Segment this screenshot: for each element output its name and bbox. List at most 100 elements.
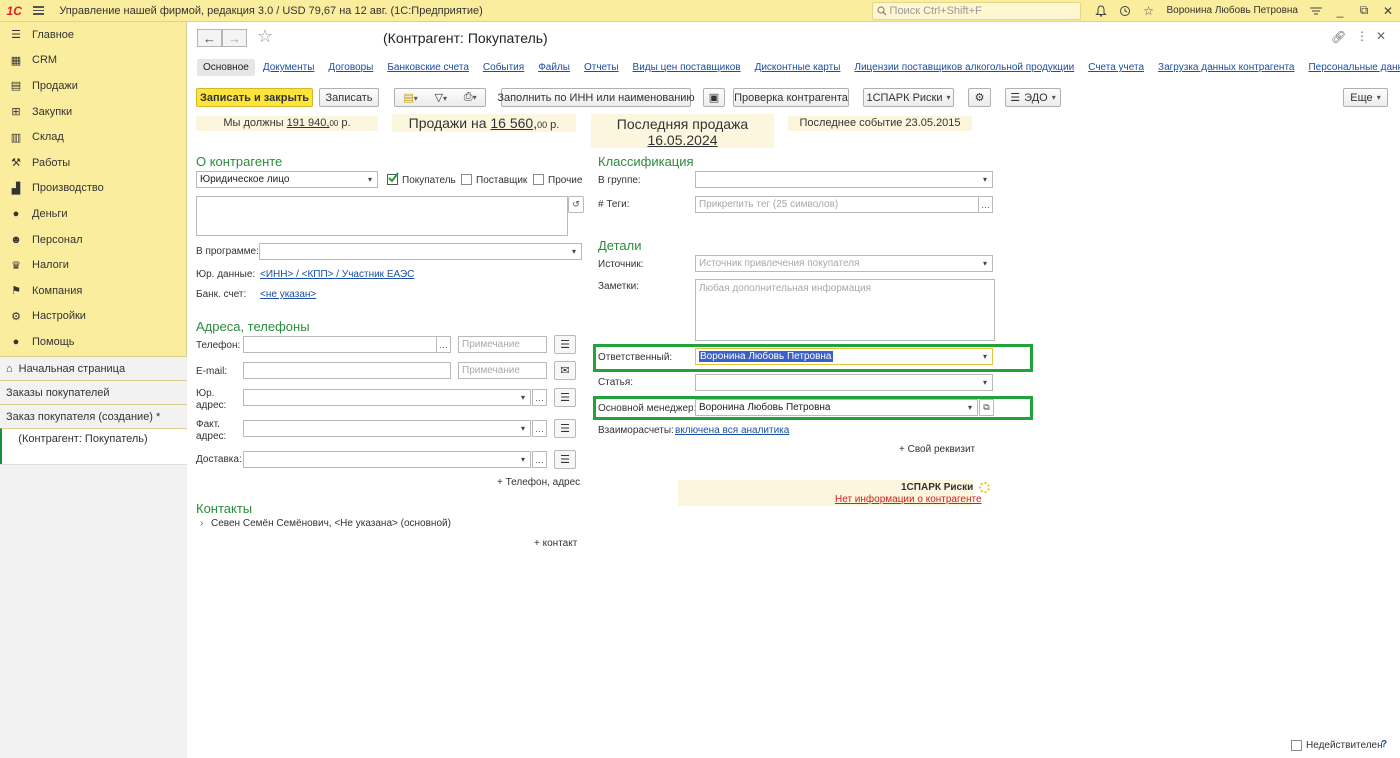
gear-icon[interactable]: ⚙	[968, 88, 991, 107]
legal-address-input[interactable]	[243, 389, 517, 406]
tab-4[interactable]: События	[483, 59, 524, 76]
responsible-input[interactable]: Воронина Любовь Петровна	[695, 348, 979, 365]
sidebar-item-8[interactable]: ☻ Персонал	[0, 227, 186, 253]
tab-3[interactable]: Банковские счета	[387, 59, 469, 76]
add-contact-button[interactable]: + контакт	[534, 538, 577, 549]
favorite-star-icon[interactable]: ☆	[257, 26, 273, 47]
spark-no-info-link[interactable]: Нет информации о контрагенте	[835, 494, 982, 505]
tab-10[interactable]: Счета учета	[1088, 59, 1144, 76]
forward-button[interactable]: →	[222, 29, 247, 47]
edo-button[interactable]: ☰ ЭДО	[1005, 88, 1061, 107]
settings-lines-icon[interactable]	[1304, 0, 1328, 22]
open-window-order-new[interactable]: Заказ покупателя (создание) *	[0, 404, 187, 428]
add-own-attribute-button[interactable]: + Свой реквизит	[899, 444, 975, 455]
tags-select-button[interactable]: …	[978, 196, 993, 213]
check-counterparty-button[interactable]: Проверка контрагента	[733, 88, 849, 107]
sidebar-item-9[interactable]: ♛ Налоги	[0, 252, 186, 278]
chevron-right-icon[interactable]: ›	[200, 518, 203, 529]
last-event-stat[interactable]: Последнее событие 23.05.2015	[788, 116, 972, 131]
save-and-close-button[interactable]: Записать и закрыть	[196, 88, 313, 107]
source-input[interactable]: Источник привлечения покупателя	[695, 255, 979, 272]
link-icon[interactable]: 🔗︎	[1331, 30, 1346, 44]
spark-risks-button[interactable]: 1СПАРК Риски	[863, 88, 954, 107]
open-window-home[interactable]: ⌂ Начальная страница	[0, 356, 187, 380]
chevron-down-icon[interactable]: ▾	[516, 451, 531, 468]
legal-address-select-button[interactable]: …	[532, 389, 547, 406]
save-button[interactable]: Записать	[319, 88, 379, 107]
phone-select-button[interactable]: …	[436, 336, 451, 353]
sidebar-item-7[interactable]: ● Деньги	[0, 201, 186, 227]
open-window-orders[interactable]: Заказы покупателей	[0, 380, 187, 404]
main-manager-input[interactable]: Воронина Любовь Петровна	[695, 399, 964, 416]
legal-data-link[interactable]: <ИНН> / <КПП> / Участник ЕАЭС	[260, 269, 414, 280]
phone-note-input[interactable]: Примечание	[458, 336, 547, 353]
sidebar-item-3[interactable]: ⊞ Закупки	[0, 99, 186, 125]
sidebar-item-1[interactable]: ▦ CRM	[0, 48, 186, 74]
sidebar-item-12[interactable]: ● Помощь	[0, 329, 186, 355]
more-vertical-icon[interactable]: ⋮	[1356, 29, 1368, 43]
other-checkbox[interactable]	[533, 174, 544, 185]
list-icon[interactable]: ☰	[554, 450, 576, 469]
email-note-input[interactable]: Примечание	[458, 362, 547, 379]
user-name[interactable]: Воронина Любовь Петровна	[1167, 5, 1299, 16]
create-based-icon[interactable]: ▤▾	[403, 91, 417, 104]
tab-12[interactable]: Персональные данные	[1308, 59, 1400, 76]
chevron-down-icon[interactable]: ▾	[516, 389, 531, 406]
tab-1[interactable]: Документы	[263, 59, 315, 76]
open-icon[interactable]: ⧉	[979, 399, 994, 416]
actual-address-input[interactable]	[243, 420, 517, 437]
envelope-icon[interactable]: ✉	[554, 361, 576, 380]
chevron-down-icon[interactable]: ▾	[516, 420, 531, 437]
close-form-icon[interactable]: ✕	[1376, 29, 1386, 43]
tab-0[interactable]: Основное	[197, 59, 255, 76]
print-icon[interactable]: ⎙▾	[464, 91, 477, 104]
favorites-star-icon[interactable]: ☆	[1137, 0, 1161, 22]
buyer-checkbox[interactable]	[387, 172, 399, 185]
history-icon[interactable]	[1113, 0, 1137, 22]
chevron-down-icon[interactable]: ▾	[978, 374, 993, 391]
legal-form-select[interactable]: Юридическое лицо	[196, 171, 364, 188]
close-icon[interactable]: ✕	[1376, 0, 1400, 22]
list-icon[interactable]: ☰	[554, 335, 576, 354]
help-icon[interactable]: ?	[1381, 739, 1387, 750]
phone-input[interactable]	[243, 336, 437, 353]
supplier-checkbox[interactable]	[461, 174, 472, 185]
history-icon[interactable]: ↺	[568, 196, 584, 213]
restore-window-icon[interactable]: ⧉	[1352, 0, 1376, 22]
bell-icon[interactable]	[1089, 0, 1113, 22]
report-icon[interactable]: ▣	[703, 88, 725, 107]
settlements-link[interactable]: включена вся аналитика	[675, 425, 789, 436]
sidebar-item-11[interactable]: ⚙ Настройки	[0, 304, 186, 330]
minimize-icon[interactable]: _	[1328, 0, 1352, 22]
back-button[interactable]: ←	[197, 29, 222, 47]
notes-textarea[interactable]: Любая дополнительная информация	[695, 279, 995, 341]
main-menu-icon[interactable]	[28, 0, 49, 22]
filter-icon[interactable]: ▽▾	[435, 91, 447, 104]
bank-account-link[interactable]: <не указан>	[260, 289, 316, 300]
sidebar-item-6[interactable]: ▟ Производство	[0, 176, 186, 202]
add-phone-address-button[interactable]: + Телефон, адрес	[497, 477, 580, 488]
inactive-checkbox[interactable]	[1291, 740, 1302, 751]
sidebar-item-4[interactable]: ▥ Склад	[0, 124, 186, 150]
sidebar-item-5[interactable]: ⚒ Работы	[0, 150, 186, 176]
actual-address-select-button[interactable]: …	[532, 420, 547, 437]
chevron-down-icon[interactable]: ▾	[978, 171, 993, 188]
open-window-counterparty[interactable]: (Контрагент: Покупатель)	[0, 428, 187, 464]
more-button[interactable]: Еще	[1343, 88, 1388, 107]
group-input[interactable]	[695, 171, 979, 188]
tags-input[interactable]: Прикрепить тег (25 символов)	[695, 196, 979, 213]
article-input[interactable]	[695, 374, 979, 391]
sidebar-item-10[interactable]: ⚑ Компания	[0, 278, 186, 304]
delivery-address-input[interactable]	[243, 451, 517, 468]
chevron-down-icon[interactable]: ▾	[978, 348, 993, 365]
tab-9[interactable]: Лицензии поставщиков алкогольной продукц…	[854, 59, 1074, 76]
chevron-down-icon[interactable]: ▾	[963, 399, 978, 416]
full-name-textarea[interactable]	[196, 196, 568, 236]
sales-stat[interactable]: Продажи на 16 560,00 р.	[392, 114, 576, 132]
tab-2[interactable]: Договоры	[328, 59, 373, 76]
email-input[interactable]	[243, 362, 451, 379]
tab-6[interactable]: Отчеты	[584, 59, 619, 76]
list-icon[interactable]: ☰	[554, 419, 576, 438]
chevron-down-icon[interactable]: ▾	[363, 171, 378, 188]
tab-8[interactable]: Дисконтные карты	[755, 59, 841, 76]
